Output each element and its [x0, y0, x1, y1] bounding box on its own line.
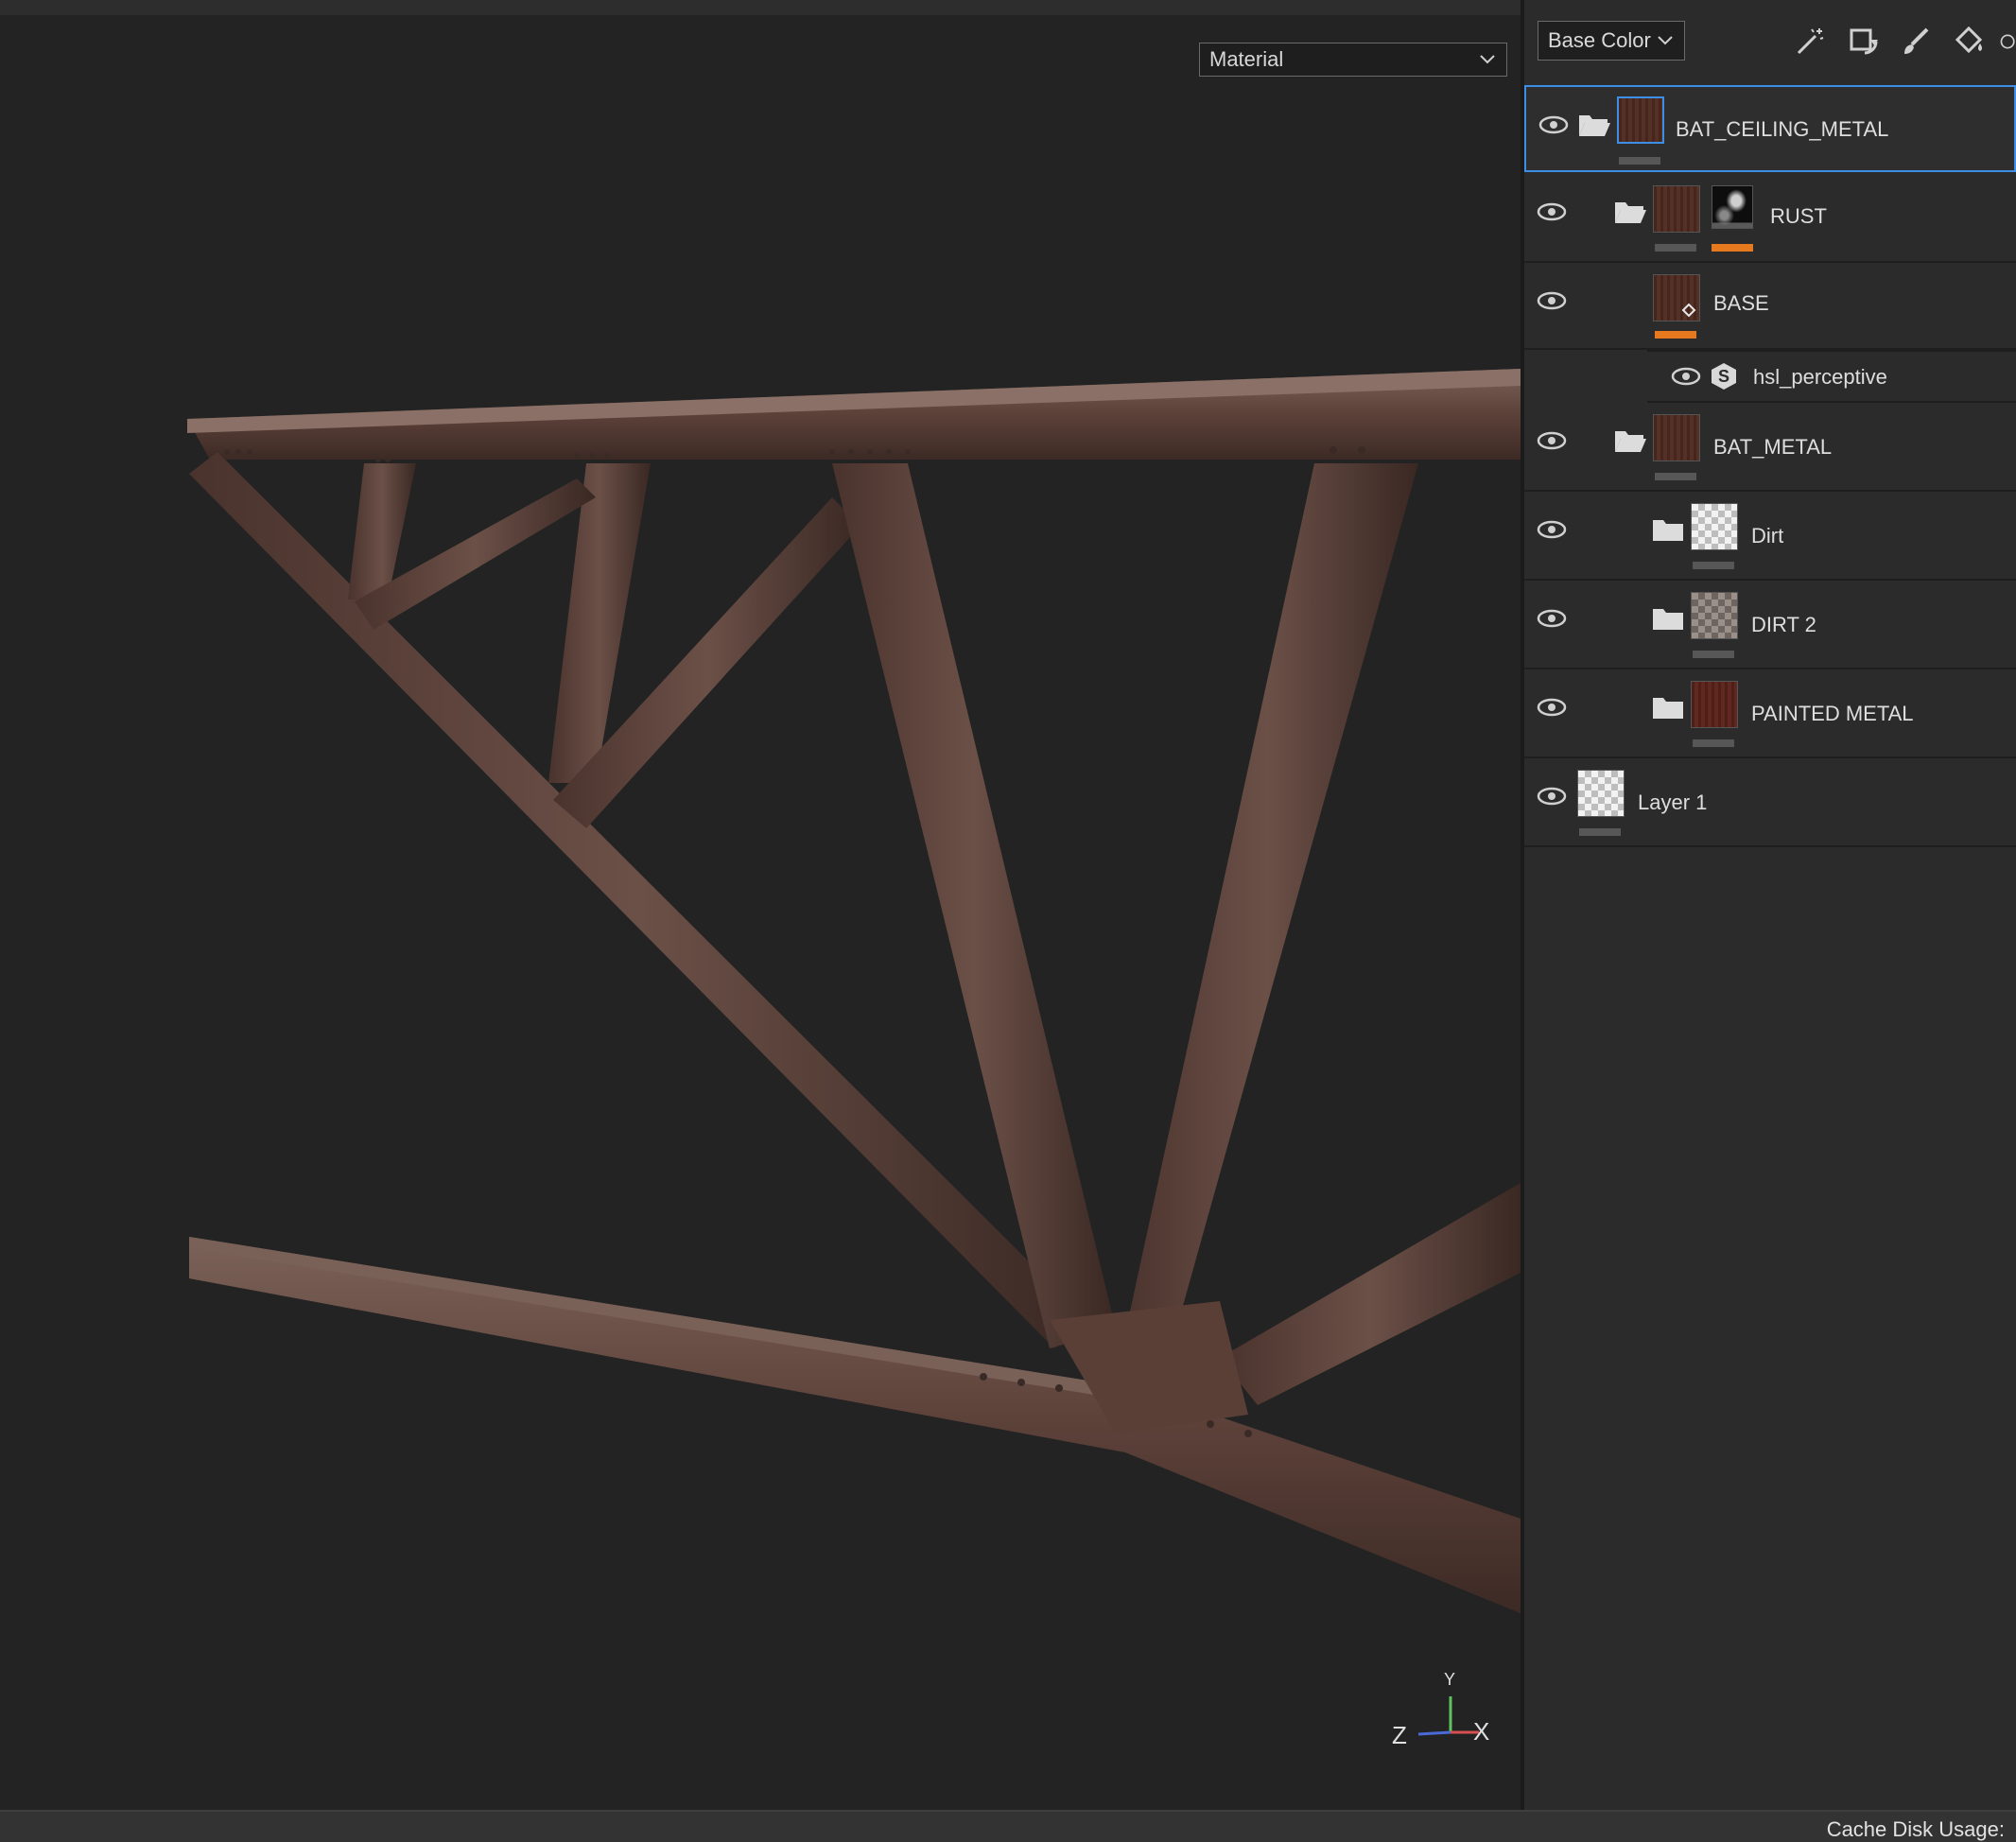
layer-name: DIRT 2	[1751, 613, 1816, 636]
layer-thumbnail[interactable]	[1691, 503, 1738, 550]
layer-name: BAT_METAL	[1713, 435, 1833, 459]
layer-active-bar	[1655, 331, 1696, 339]
chevron-down-icon	[1658, 36, 1673, 45]
layer-row-layer-1[interactable]: Layer 1	[1524, 758, 2016, 847]
layer-row-rust[interactable]: RUST	[1524, 174, 2016, 263]
layer-row-dirt[interactable]: Dirt	[1524, 492, 2016, 581]
svg-text:S: S	[1718, 367, 1729, 386]
mask-active-bar	[1712, 244, 1753, 252]
layer-opacity-bar	[1655, 473, 1696, 480]
eye-icon[interactable]	[1536, 518, 1568, 541]
eye-icon[interactable]	[1536, 200, 1568, 223]
eye-icon[interactable]	[1538, 113, 1570, 136]
folder-closed-icon[interactable]	[1651, 694, 1685, 721]
layer-name: RUST	[1770, 204, 1827, 228]
folder-closed-icon[interactable]	[1651, 605, 1685, 632]
chevron-down-icon	[1480, 55, 1495, 64]
eye-icon[interactable]	[1536, 785, 1568, 808]
layers-panel: Base Color BAT_CEILING_METAL RUST BASE S…	[1524, 0, 2016, 1810]
layer-opacity-bar	[1693, 562, 1734, 569]
partial-icon[interactable]	[1997, 23, 2016, 61]
layer-name: Dirt	[1751, 524, 1784, 547]
layer-opacity-bar	[1655, 244, 1696, 252]
layer-row-painted-metal[interactable]: PAINTED METAL	[1524, 669, 2016, 758]
filter-row-hsl-perceptive[interactable]: S hsl_perceptive	[1647, 350, 2016, 403]
layer-thumbnail[interactable]	[1653, 274, 1700, 321]
layer-row-bat-ceiling-metal[interactable]: BAT_CEILING_METAL	[1524, 85, 2016, 172]
magic-wand-icon[interactable]	[1791, 23, 1829, 61]
layer-name: BAT_CEILING_METAL	[1676, 117, 1889, 141]
filter-name: hsl_perceptive	[1753, 365, 1887, 389]
mask-thumbnail[interactable]	[1712, 185, 1753, 229]
folder-closed-icon[interactable]	[1651, 516, 1685, 543]
layer-thumbnail[interactable]	[1577, 770, 1625, 817]
shading-mode-value: Material	[1209, 47, 1284, 71]
axis-y-label: Y	[1444, 1670, 1456, 1689]
layer-opacity-bar	[1619, 157, 1660, 165]
layers-toolbar: Base Color	[1524, 0, 2016, 83]
layer-row-bat-metal[interactable]: BAT_METAL	[1524, 403, 2016, 492]
cache-disk-usage-label: Cache Disk Usage:	[1826, 1817, 2005, 1841]
folder-open-icon[interactable]	[1613, 427, 1647, 454]
eye-icon[interactable]	[1536, 607, 1568, 630]
layer-thumbnail[interactable]	[1617, 96, 1664, 144]
eye-icon[interactable]	[1536, 289, 1568, 312]
rotate-icon[interactable]	[1844, 23, 1882, 61]
eye-icon[interactable]	[1536, 429, 1568, 452]
fill-bucket-icon[interactable]	[1950, 23, 1988, 61]
layer-thumbnail[interactable]	[1691, 681, 1738, 728]
layer-opacity-bar	[1693, 651, 1734, 658]
eye-icon[interactable]	[1670, 365, 1702, 388]
shading-mode-dropdown[interactable]: Material	[1199, 43, 1507, 77]
layer-name: Layer 1	[1638, 791, 1708, 814]
channel-dropdown[interactable]: Base Color	[1538, 21, 1685, 61]
eye-icon[interactable]	[1536, 696, 1568, 719]
folder-open-icon[interactable]	[1577, 112, 1611, 138]
truss-model	[187, 369, 1521, 1613]
axis-z-label: Z	[1392, 1721, 1407, 1749]
layer-row-dirt-2[interactable]: DIRT 2	[1524, 581, 2016, 669]
channel-value: Base Color	[1548, 28, 1651, 52]
layer-thumbnail[interactable]	[1653, 185, 1700, 233]
bottom-chord	[189, 1237, 1521, 1613]
brush-icon[interactable]	[1897, 23, 1935, 61]
substance-filter-icon: S	[1712, 363, 1736, 390]
axis-gizmo: Y Z X	[1381, 1670, 1503, 1751]
status-bar: Cache Disk Usage:	[0, 1810, 2016, 1842]
axis-x-label: X	[1473, 1717, 1490, 1746]
fill-bucket-icon	[1681, 303, 1696, 318]
3d-viewport[interactable]: Material Y Z X	[0, 15, 1521, 1797]
layer-row-base[interactable]: BASE	[1524, 263, 2016, 350]
layer-name: BASE	[1713, 291, 1769, 315]
layer-thumbnail[interactable]	[1653, 414, 1700, 461]
layer-thumbnail[interactable]	[1691, 592, 1738, 639]
layer-name: PAINTED METAL	[1751, 702, 1914, 725]
layer-opacity-bar	[1693, 739, 1734, 747]
layer-opacity-bar	[1579, 828, 1621, 836]
folder-open-icon[interactable]	[1613, 199, 1647, 225]
